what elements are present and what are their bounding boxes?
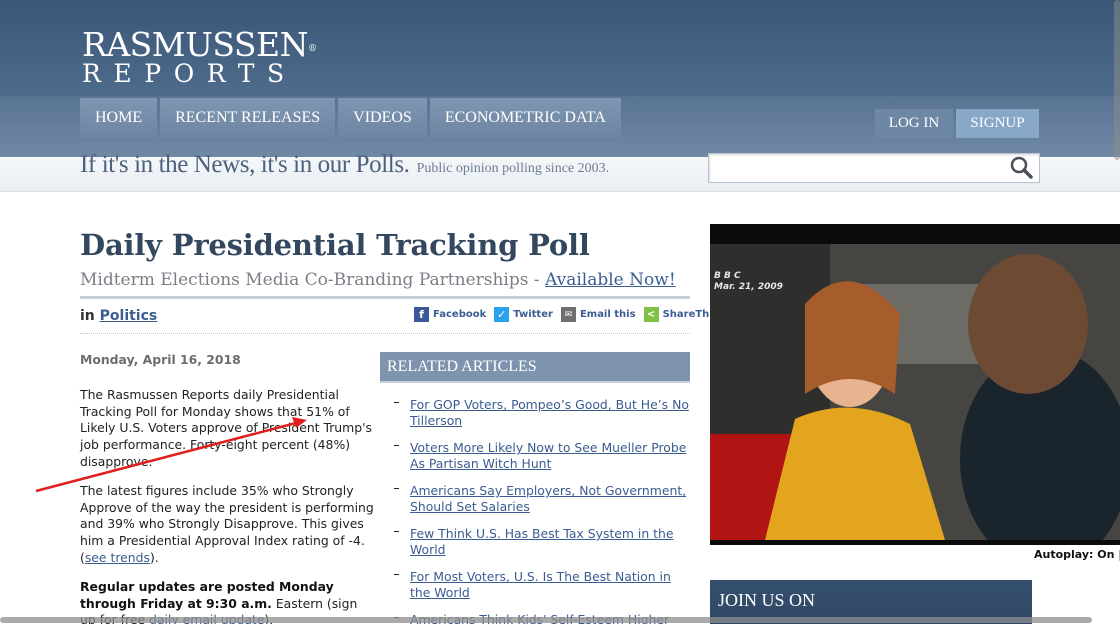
nav-videos[interactable]: VIDEOS (338, 98, 427, 138)
site-logo[interactable]: RASMUSSEN® REPORTS (82, 25, 317, 88)
related-article-link[interactable]: Americans Say Employers, Not Government,… (410, 483, 686, 514)
page-subtitle: Midterm Elections Media Co-Branding Part… (80, 270, 676, 290)
related-article-link[interactable]: For GOP Voters, Pompeo’s Good, But He’s … (410, 397, 689, 428)
share-email-label: Email this (579, 309, 636, 320)
title-divider (80, 296, 690, 299)
available-now-link[interactable]: Available Now! (545, 270, 676, 290)
twitter-icon: ✓ (494, 307, 510, 322)
share-facebook-label: Facebook (433, 309, 487, 320)
auth-buttons: LOG IN SIGNUP (875, 109, 1039, 138)
politics-link[interactable]: Politics (100, 308, 158, 324)
nav-home[interactable]: HOME (80, 98, 158, 138)
share-facebook-button[interactable]: f Facebook (414, 307, 486, 322)
signup-button[interactable]: SIGNUP (956, 109, 1039, 138)
related-article-link[interactable]: Voters More Likely Now to See Mueller Pr… (410, 440, 686, 471)
search-icon[interactable] (1007, 155, 1037, 181)
category-divider (80, 333, 690, 334)
logo-name-top: RASMUSSEN® (82, 25, 317, 64)
email-icon: ✉ (560, 307, 576, 322)
logo-name-bottom: REPORTS (82, 59, 297, 88)
sharethis-icon: < (643, 307, 659, 322)
article-body: Monday, April 16, 2018 The Rasmussen Rep… (80, 352, 375, 624)
paragraph-2-end: ). (149, 549, 159, 565)
subtitle-text: Midterm Elections Media Co-Branding Part… (80, 270, 546, 290)
see-trends-link[interactable]: see trends (85, 550, 150, 565)
list-item: Voters More Likely Now to See Mueller Pr… (394, 439, 690, 471)
tagline-main: If it's in the News, it's in our Polls. (80, 151, 410, 178)
main-nav: HOME RECENT RELEASES VIDEOS ECONOMETRIC … (80, 98, 621, 138)
share-bar: f Facebook ✓ Twitter ✉ Email this < Shar… (414, 307, 719, 322)
related-articles-list: For GOP Voters, Pompeo’s Good, But He’s … (380, 396, 690, 624)
login-button[interactable]: LOG IN (875, 109, 953, 138)
share-twitter-button[interactable]: ✓ Twitter (494, 307, 553, 322)
list-item: For Most Voters, U.S. Is The Best Nation… (394, 568, 690, 600)
list-item: For GOP Voters, Pompeo’s Good, But He’s … (394, 396, 690, 428)
tagline: If it's in the News, it's in our Polls. … (80, 151, 609, 179)
related-article-link[interactable]: For Most Voters, U.S. Is The Best Nation… (410, 569, 671, 600)
article-date: Monday, April 16, 2018 (80, 352, 241, 367)
share-email-button[interactable]: ✉ Email this (560, 307, 636, 322)
list-item: Americans Say Employers, Not Government,… (394, 482, 690, 514)
related-articles-heading: RELATED ARTICLES (380, 352, 690, 383)
article-paragraph-2: The latest figures include 35% who Stron… (80, 483, 375, 567)
article-paragraph-1: The Rasmussen Reports daily Presidential… (80, 386, 372, 469)
registered-mark: ® (307, 44, 317, 54)
vertical-scrollbar[interactable] (1114, 0, 1120, 160)
facebook-icon: f (414, 307, 429, 322)
video-date: Mar. 21, 2009 (714, 282, 783, 292)
nav-recent-releases[interactable]: RECENT RELEASES (160, 98, 336, 138)
related-articles: RELATED ARTICLES For GOP Voters, Pompeo’… (380, 352, 690, 624)
horizontal-scrollbar[interactable] (0, 617, 1092, 623)
nav-econometric-data[interactable]: ECONOMETRIC DATA (429, 98, 621, 138)
video-player[interactable]: B B C Mar. 21, 2009 (710, 224, 1120, 545)
page-title: Daily Presidential Tracking Poll (80, 228, 590, 262)
related-article-link[interactable]: Few Think U.S. Has Best Tax System in th… (410, 526, 674, 557)
share-twitter-label: Twitter (513, 309, 553, 320)
autoplay-toggle[interactable]: Autoplay: On | (1034, 548, 1120, 561)
video-watermark: B B C Mar. 21, 2009 (714, 271, 783, 293)
video-network: B B C (714, 271, 741, 281)
tagline-sub: Public opinion polling since 2003. (416, 161, 610, 176)
list-item: Few Think U.S. Has Best Tax System in th… (394, 525, 690, 557)
category-prefix: in (80, 308, 95, 324)
sharethis-button[interactable]: < ShareThis (643, 307, 719, 322)
search-input[interactable] (708, 153, 1040, 183)
category-line: in Politics (80, 308, 157, 324)
